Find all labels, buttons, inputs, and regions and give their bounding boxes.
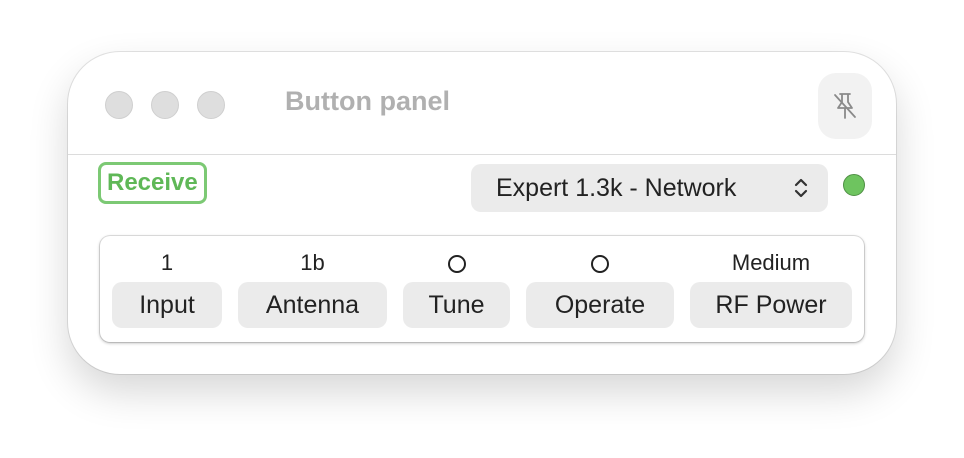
device-select[interactable]: Expert 1.3k - Network — [471, 164, 828, 212]
rf-power-control: Medium RF Power — [690, 236, 852, 342]
rf-power-value: Medium — [731, 250, 811, 275]
receive-status-badge: Receive — [98, 162, 207, 204]
device-select-value: Expert 1.3k - Network — [496, 174, 737, 202]
input-control: 1 Input — [112, 236, 222, 342]
title-bar: Button panel — [68, 52, 896, 155]
operate-indicator — [526, 250, 674, 276]
window-title: Button panel — [285, 86, 450, 116]
close-window-button[interactable] — [105, 91, 133, 119]
up-down-chevron-icon — [794, 178, 808, 198]
antenna-button[interactable]: Antenna — [238, 282, 387, 328]
operate-control: Operate — [526, 236, 674, 342]
tune-indicator — [403, 250, 510, 276]
button-panel: 1 Input 1b Antenna Tune Operate Medium R… — [100, 236, 864, 342]
operate-status-circle-icon — [591, 255, 609, 274]
operate-button[interactable]: Operate — [526, 282, 674, 328]
rf-power-button[interactable]: RF Power — [690, 282, 852, 328]
window: Button panel Receive Expert 1.3k - Netwo… — [68, 52, 896, 374]
antenna-control: 1b Antenna — [238, 236, 387, 342]
input-value: 1 — [160, 250, 174, 275]
minimize-window-button[interactable] — [151, 91, 179, 119]
antenna-value: 1b — [300, 250, 325, 275]
tune-status-circle-icon — [447, 255, 466, 274]
pin-slash-icon — [834, 93, 856, 119]
tune-button[interactable]: Tune — [403, 282, 510, 328]
input-button[interactable]: Input — [112, 282, 222, 328]
pin-window-button[interactable] — [818, 73, 872, 139]
tune-control: Tune — [403, 236, 510, 342]
zoom-window-button[interactable] — [197, 91, 225, 119]
connection-status-indicator — [843, 174, 865, 196]
